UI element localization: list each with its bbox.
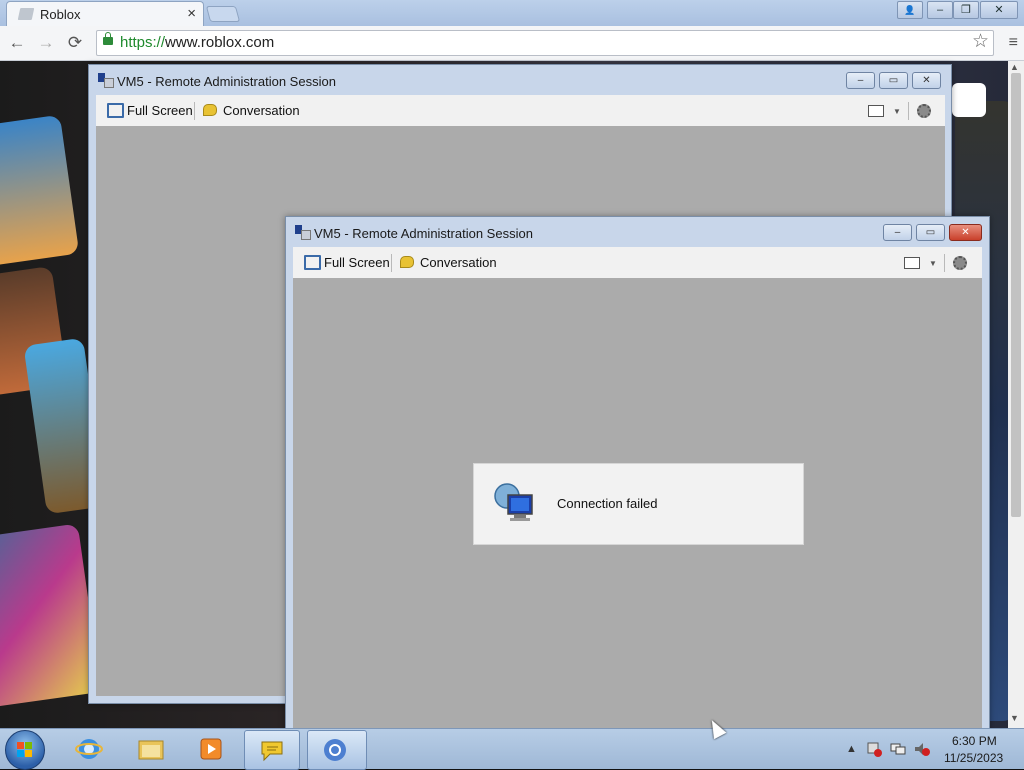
address-bar[interactable]: https://www.roblox.com ☆ bbox=[96, 30, 994, 56]
game-thumbnail[interactable] bbox=[0, 114, 80, 268]
taskbar-chrome[interactable] bbox=[307, 730, 367, 770]
remote-session-window-front[interactable]: VM5 - Remote Administration Session – ▭ … bbox=[285, 216, 990, 738]
conversation-icon bbox=[400, 256, 414, 268]
clock-time[interactable]: 6:30 PM bbox=[952, 734, 997, 748]
monitor-icon[interactable] bbox=[868, 105, 884, 117]
remote-screen-viewport[interactable]: Connection failed bbox=[293, 278, 982, 737]
full-screen-button[interactable]: Full Screen bbox=[324, 255, 390, 270]
window-title: VM5 - Remote Administration Session bbox=[117, 74, 336, 89]
conversation-button[interactable]: Conversation bbox=[420, 255, 497, 270]
volume-muted-icon[interactable] bbox=[914, 741, 930, 757]
remote-admin-app-icon bbox=[98, 73, 114, 88]
network-computer-icon bbox=[494, 483, 533, 521]
page-search-button[interactable] bbox=[952, 83, 986, 117]
monitor-icon[interactable] bbox=[904, 257, 920, 269]
reload-icon[interactable]: ⟳ bbox=[64, 32, 86, 54]
chevron-down-icon[interactable]: ▼ bbox=[893, 107, 901, 116]
scroll-down-icon[interactable]: ▼ bbox=[1010, 713, 1019, 723]
maximize-button[interactable]: ▭ bbox=[879, 72, 908, 89]
taskbar-media-player[interactable] bbox=[184, 730, 238, 768]
network-icon[interactable] bbox=[890, 741, 906, 757]
taskbar-internet-explorer[interactable] bbox=[62, 730, 116, 768]
new-tab-button[interactable] bbox=[205, 6, 241, 22]
chrome-icon bbox=[324, 739, 346, 761]
page-scrollbar[interactable]: ▲ ▼ bbox=[1008, 61, 1024, 728]
minimize-button[interactable]: – bbox=[883, 224, 912, 241]
close-button[interactable]: ✕ bbox=[949, 224, 982, 241]
full-screen-icon bbox=[304, 255, 321, 270]
taskbar-conversation-app[interactable] bbox=[244, 730, 300, 770]
bookmark-star-icon[interactable]: ☆ bbox=[972, 31, 989, 53]
connection-status-dialog: Connection failed bbox=[473, 463, 804, 545]
tab-roblox[interactable]: Roblox × bbox=[6, 1, 204, 27]
windows-logo-icon bbox=[17, 742, 33, 758]
action-center-flag-icon[interactable] bbox=[866, 741, 882, 757]
url-text: https://www.roblox.com bbox=[120, 34, 275, 51]
start-button[interactable] bbox=[5, 730, 45, 770]
remote-admin-app-icon bbox=[295, 225, 311, 240]
user-profile-button[interactable]: 👤 bbox=[897, 1, 923, 19]
roblox-favicon-icon bbox=[17, 8, 35, 20]
session-toolbar: Full Screen Conversation ▼ bbox=[96, 95, 945, 127]
folder-icon bbox=[138, 740, 164, 760]
connection-status-text: Connection failed bbox=[557, 496, 658, 511]
taskbar-file-explorer[interactable] bbox=[124, 730, 178, 768]
internet-explorer-icon bbox=[75, 739, 103, 759]
tab-title: Roblox bbox=[40, 7, 81, 22]
scroll-thumb[interactable] bbox=[1011, 73, 1021, 517]
user-icon: 👤 bbox=[904, 5, 916, 15]
browser-tabstrip: Roblox × 👤 – ❐ ✕ bbox=[0, 0, 1024, 27]
tab-close-icon[interactable]: × bbox=[187, 5, 196, 23]
game-thumbnail[interactable] bbox=[0, 523, 102, 709]
clock-date[interactable]: 11/25/2023 bbox=[944, 751, 1003, 765]
toolbar-separator bbox=[908, 102, 909, 120]
browser-restore-button[interactable]: ❐ bbox=[953, 1, 979, 19]
maximize-button[interactable]: ▭ bbox=[916, 224, 945, 241]
show-hidden-icons-button[interactable]: ▲ bbox=[846, 743, 857, 755]
conversation-icon bbox=[203, 104, 217, 116]
lock-icon bbox=[103, 32, 113, 45]
minimize-button[interactable]: – bbox=[846, 72, 875, 89]
back-arrow-icon[interactable]: ← bbox=[6, 32, 28, 54]
media-player-icon bbox=[200, 738, 222, 760]
browser-toolbar: ← → ⟳ https://www.roblox.com ☆ ≡ bbox=[0, 26, 1024, 61]
windows-taskbar: ▲ 6:30 PM 11/25/2023 bbox=[0, 728, 1024, 770]
chevron-down-icon[interactable]: ▼ bbox=[929, 259, 937, 268]
full-screen-button[interactable]: Full Screen bbox=[127, 103, 193, 118]
chat-bubble-icon bbox=[261, 741, 283, 762]
toolbar-separator bbox=[194, 102, 195, 120]
toolbar-separator bbox=[391, 254, 392, 272]
chrome-menu-icon[interactable]: ≡ bbox=[1009, 34, 1018, 52]
settings-gear-icon[interactable] bbox=[953, 256, 967, 270]
forward-arrow-icon[interactable]: → bbox=[35, 32, 57, 54]
browser-close-button[interactable]: ✕ bbox=[980, 1, 1018, 19]
scroll-up-icon[interactable]: ▲ bbox=[1010, 62, 1019, 72]
close-button[interactable]: ✕ bbox=[912, 72, 941, 89]
window-title: VM5 - Remote Administration Session bbox=[314, 226, 533, 241]
session-toolbar: Full Screen Conversation ▼ bbox=[293, 247, 982, 279]
settings-gear-icon[interactable] bbox=[917, 104, 931, 118]
full-screen-icon bbox=[107, 103, 124, 118]
browser-minimize-button[interactable]: – bbox=[927, 1, 953, 19]
conversation-button[interactable]: Conversation bbox=[223, 103, 300, 118]
toolbar-separator bbox=[944, 254, 945, 272]
